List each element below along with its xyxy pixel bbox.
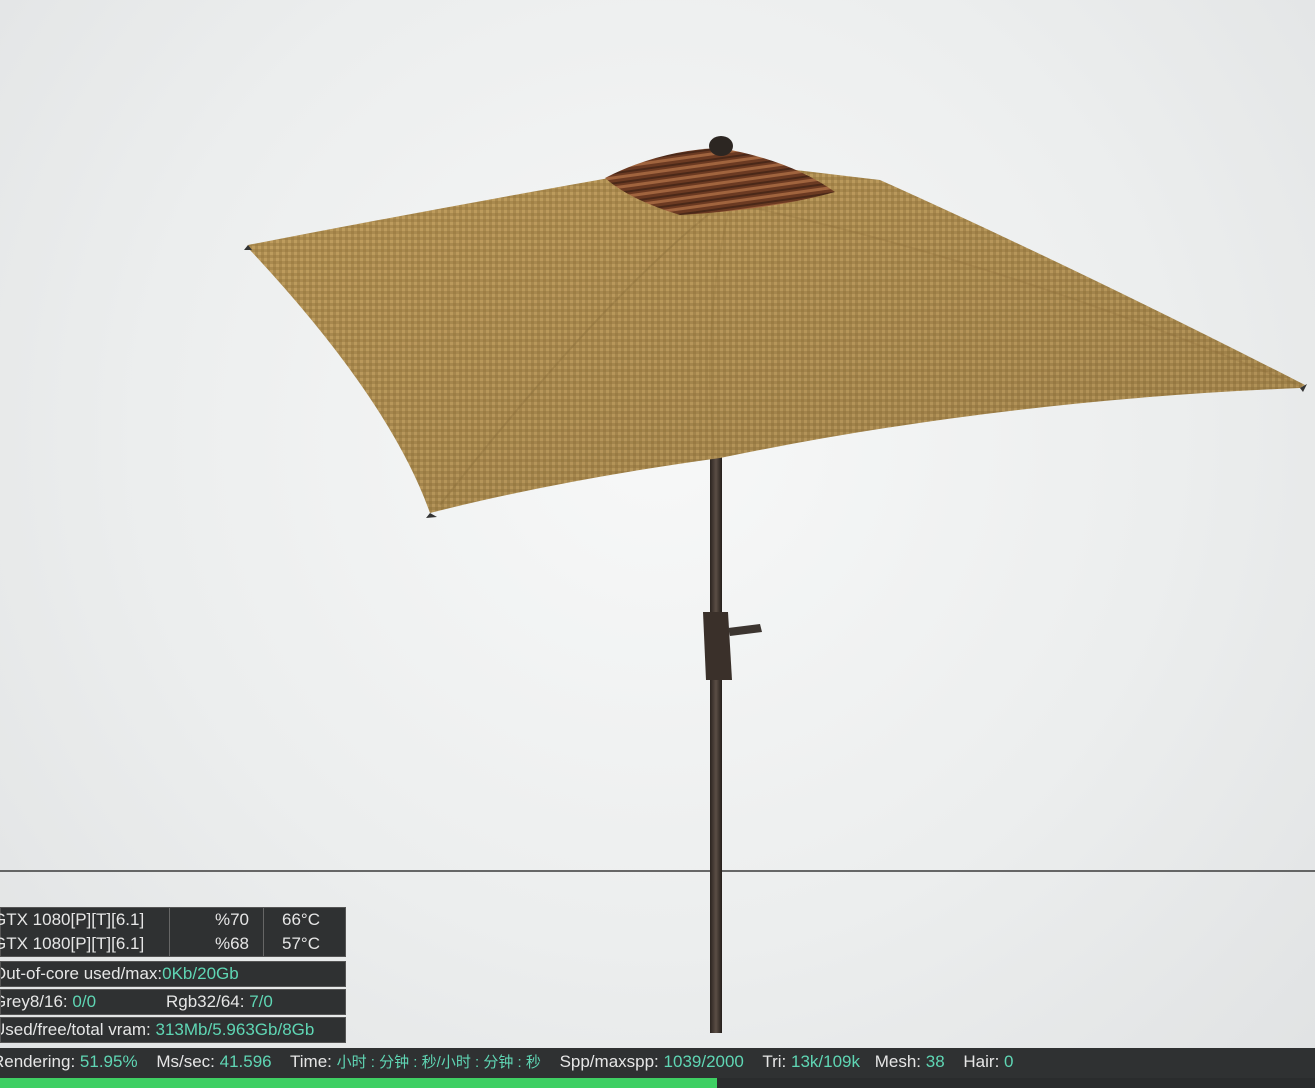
spp-value: 1039/2000 [663,1052,744,1071]
rendering-label: Rendering: [0,1052,76,1071]
umbrella-finial [709,136,733,156]
render-status-bar: Rendering: 51.95% Ms/sec: 41.596 Time: 小… [0,1048,1315,1078]
tri-label: Tri: [762,1052,787,1071]
hair-value: 0 [1004,1052,1014,1071]
gpu-load: %70 [169,908,261,932]
vram-total: 8Gb [282,1020,315,1039]
umbrella-pole [710,455,722,1033]
umbrella-crank [703,612,732,680]
gpu-temp: 66°C [263,908,347,932]
gpu-load: %68 [169,932,261,956]
rgb-value: 7/0 [249,992,273,1011]
vram-used: 313Mb [155,1020,208,1039]
mesh-stat: Mesh: 38 [875,1052,945,1071]
tri-stat: Tri: 13k/109k [762,1052,860,1071]
render-progress-fill [0,1078,718,1088]
mesh-label: Mesh: [874,1052,922,1071]
time-value: 小时 : 分钟 : 秒/小时 : 分钟 : 秒 [336,1054,541,1071]
gpu-row: GTX 1080[P][T][6.1] %70 66°C [0,908,347,932]
grey-textures: Grey8/16: 0/0 [0,990,97,1014]
texture-count-panel: Grey8/16: 0/0 Rgb32/64: 7/0 [0,989,346,1015]
render-progress-bar [0,1078,1315,1088]
mssec-label: Ms/sec: [156,1052,215,1071]
rendering-value: 51.95% [79,1052,138,1071]
render-viewport[interactable]: GTX 1080[P][T][6.1] %70 66°C GTX 1080[P]… [0,0,1315,1088]
rgb-textures: Rgb32/64: 7/0 [166,990,273,1014]
gpu-stats-panel: GTX 1080[P][T][6.1] %70 66°C GTX 1080[P]… [0,907,346,957]
mssec-stat: Ms/sec: 41.596 [156,1052,271,1071]
hair-label: Hair: [963,1052,1000,1071]
grey-label: Grey8/16: [0,992,68,1011]
rgb-label: Rgb32/64: [166,992,245,1011]
out-of-core-max: 20Gb [197,964,239,983]
gpu-row: GTX 1080[P][T][6.1] %68 57°C [0,932,347,956]
status-items: Rendering: 51.95% Ms/sec: 41.596 Time: 小… [0,1048,1028,1077]
mssec-value: 41.596 [219,1052,272,1071]
mesh-value: 38 [925,1052,945,1071]
grey-value: 0/0 [72,992,97,1011]
gpu-name: GTX 1080[P][T][6.1] [0,910,145,929]
time-label: Time: [290,1052,332,1071]
time-stat: Time: 小时 : 分钟 : 秒/小时 : 分钟 : 秒 [290,1052,541,1071]
hair-stat: Hair: 0 [963,1052,1013,1071]
vram-label: Used/free/total vram: [0,1020,151,1039]
vram-panel: Used/free/total vram: 313Mb/5.963Gb/8Gb [0,1017,346,1043]
vram-free: 5.963Gb [212,1020,278,1039]
rendering-stat: Rendering: 51.95% [0,1052,138,1071]
tri-value: 13k/109k [790,1052,860,1071]
out-of-core-panel: Out-of-core used/max:0Kb/20Gb [0,961,346,987]
spp-label: Spp/maxspp: [559,1052,659,1071]
gpu-temp: 57°C [263,932,347,956]
gpu-name: GTX 1080[P][T][6.1] [0,934,145,953]
out-of-core-used: 0Kb [162,964,193,983]
out-of-core-label: Out-of-core used/max: [0,964,163,983]
spp-stat: Spp/maxspp: 1039/2000 [560,1052,744,1071]
